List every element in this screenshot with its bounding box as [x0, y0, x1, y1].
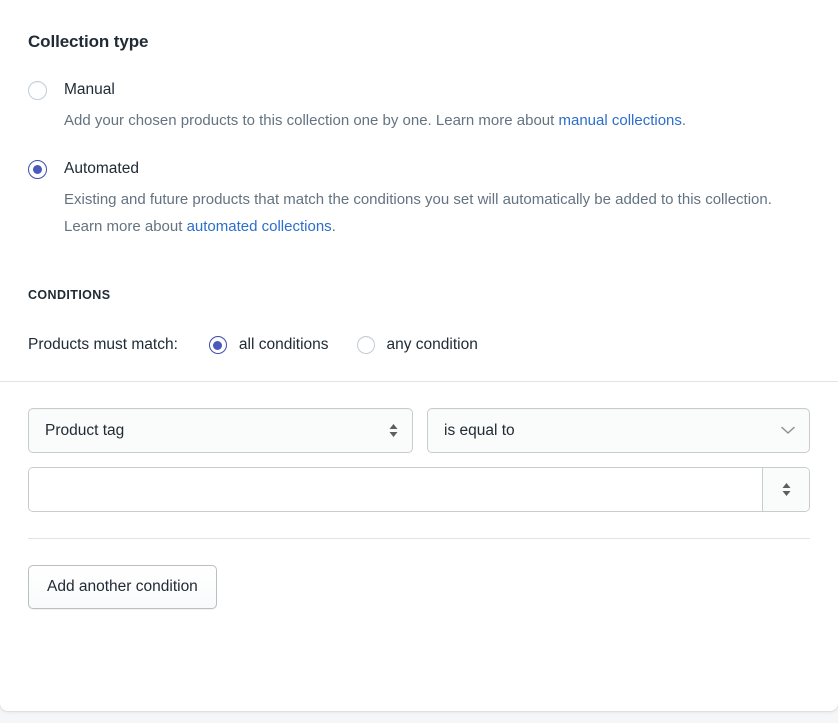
- products-must-match-row: Products must match: all conditions any …: [28, 335, 810, 381]
- choice-automated[interactable]: Automated Existing and future products t…: [28, 159, 810, 240]
- add-another-condition-button[interactable]: Add another condition: [28, 565, 217, 609]
- condition-operator-select[interactable]: is equal to: [427, 408, 810, 453]
- radio-automated[interactable]: [28, 159, 47, 179]
- choice-automated-label: Automated: [64, 160, 139, 177]
- condition-row: Product tag is equal to: [28, 408, 810, 453]
- condition-operator-select-value: is equal to: [444, 421, 515, 439]
- choice-automated-help-suffix: .: [331, 218, 336, 235]
- match-option-any-condition[interactable]: any condition: [356, 335, 478, 355]
- condition-value-row: [28, 467, 810, 512]
- chevron-down-icon: [781, 422, 795, 440]
- radio-any-condition[interactable]: [356, 336, 375, 354]
- choice-manual[interactable]: Manual Add your chosen products to this …: [28, 80, 810, 134]
- choice-manual-head[interactable]: Manual: [28, 80, 810, 100]
- match-option-any-condition-label: any condition: [386, 336, 478, 353]
- choice-manual-help-prefix: Add your chosen products to this collect…: [64, 112, 559, 129]
- chevron-up-down-icon: [387, 422, 399, 440]
- choice-automated-help: Existing and future products that match …: [64, 186, 810, 240]
- condition-value-input[interactable]: [29, 468, 762, 511]
- match-option-all-conditions[interactable]: all conditions: [208, 335, 329, 355]
- choice-manual-label: Manual: [64, 81, 115, 98]
- choice-manual-help-suffix: .: [681, 112, 687, 129]
- condition-rows: Product tag is equal to: [0, 382, 838, 512]
- collection-type-choice-list: Manual Add your chosen products to this …: [28, 80, 810, 240]
- card-header-region: Collection type Manual Add your chosen p…: [0, 0, 838, 381]
- conditions-heading: CONDITIONS: [28, 288, 111, 302]
- condition-value-stepper[interactable]: [762, 468, 809, 511]
- condition-field-select[interactable]: Product tag: [28, 408, 413, 453]
- choice-manual-help: Add your chosen products to this collect…: [64, 107, 810, 134]
- condition-field-select-value: Product tag: [45, 421, 125, 439]
- match-option-all-conditions-label: all conditions: [238, 336, 329, 353]
- collection-type-card: Collection type Manual Add your chosen p…: [0, 0, 838, 711]
- page-title: Collection type: [28, 32, 149, 51]
- chevron-up-down-icon: [782, 483, 791, 496]
- choice-automated-help-prefix: Existing and future products that match …: [64, 191, 772, 235]
- automated-collections-link[interactable]: automated collections: [187, 218, 332, 235]
- radio-manual[interactable]: [28, 80, 47, 100]
- products-must-match-label: Products must match:: [28, 336, 178, 353]
- manual-collections-link[interactable]: manual collections: [558, 112, 681, 129]
- choice-automated-head[interactable]: Automated: [28, 159, 810, 179]
- condition-footer: Add another condition: [0, 539, 838, 609]
- spacer-before-divider: [0, 512, 838, 538]
- conditions-block: CONDITIONS Products must match: all cond…: [28, 287, 810, 381]
- radio-all-conditions[interactable]: [208, 336, 227, 354]
